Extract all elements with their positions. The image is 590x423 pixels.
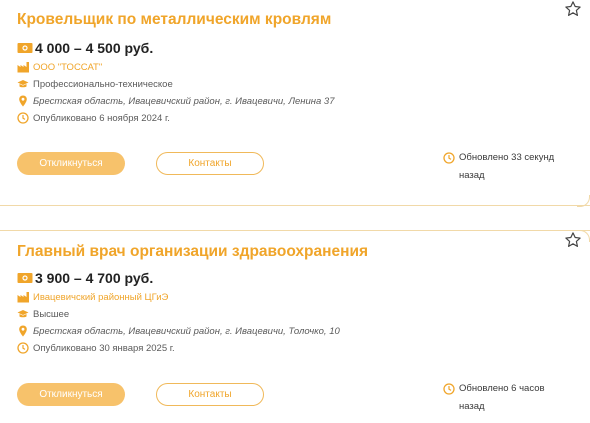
address-row: Брестская область, Ивацевичский район, г…: [17, 325, 340, 337]
published-row: Опубликовано 30 января 2025 г.: [17, 342, 175, 354]
updated-text: Обновлено 33 секунд: [459, 152, 555, 163]
card-divider: [0, 195, 590, 207]
updated-text-cont: назад: [459, 170, 485, 181]
published-date: Опубликовано 30 января 2025 г.: [33, 342, 175, 354]
location-pin-icon: [19, 95, 27, 107]
education-row: Профессионально-техническое: [17, 78, 173, 90]
clock-icon: [17, 112, 29, 124]
graduation-cap-icon: [17, 310, 29, 318]
graduation-cap-icon: [17, 80, 29, 88]
factory-icon: [17, 292, 29, 303]
education-row: Высшее: [17, 308, 69, 320]
published-date: Опубликовано 6 ноября 2024 г.: [33, 112, 170, 124]
address: Брестская область, Ивацевичский район, г…: [33, 95, 335, 107]
education: Высшее: [33, 308, 70, 320]
company-row: ООО "ТОССАТ": [17, 61, 102, 73]
salary-row: 4 000 – 4 500 руб.: [17, 40, 153, 56]
respond-button[interactable]: Откликнуться: [17, 383, 125, 406]
vacancy-title[interactable]: Кровельщик по металлическим кровлям: [17, 11, 331, 29]
company-link[interactable]: Ивацевичский районный ЦГиЭ: [33, 292, 168, 303]
salary-row: 3 900 – 4 700 руб.: [17, 270, 153, 286]
address: Брестская область, Ивацевичский район, г…: [33, 325, 340, 337]
salary: 4 000 – 4 500 руб.: [35, 40, 154, 56]
contacts-button[interactable]: Контакты: [156, 383, 264, 406]
contacts-button[interactable]: Контакты: [156, 152, 264, 175]
clock-icon: [443, 383, 455, 395]
money-icon: [17, 273, 33, 283]
vacancy-card: Кровельщик по металлическим кровлям 4 00…: [0, 0, 590, 207]
education: Профессионально-техническое: [33, 78, 173, 90]
vacancy-card: Главный врач организации здравоохранения…: [0, 230, 590, 423]
company-link[interactable]: ООО "ТОССАТ": [33, 62, 102, 73]
updated-status: Обновлено 33 секунд назад: [443, 149, 583, 185]
address-row: Брестская область, Ивацевичский район, г…: [17, 95, 334, 107]
clock-icon: [443, 152, 455, 164]
published-row: Опубликовано 6 ноября 2024 г.: [17, 112, 170, 124]
vacancy-title[interactable]: Главный врач организации здравоохранения: [17, 243, 368, 261]
clock-icon: [17, 342, 29, 354]
updated-text-cont: назад: [459, 401, 485, 412]
updated-text: Обновлено 6 часов: [459, 383, 545, 394]
updated-status: Обновлено 6 часов назад: [443, 380, 583, 416]
factory-icon: [17, 62, 29, 73]
star-icon[interactable]: [564, 0, 582, 18]
money-icon: [17, 43, 33, 53]
location-pin-icon: [19, 325, 27, 337]
star-icon[interactable]: [564, 231, 582, 249]
salary: 3 900 – 4 700 руб.: [35, 270, 154, 286]
company-row: Ивацевичский районный ЦГиЭ: [17, 291, 168, 303]
card-divider: [0, 230, 590, 242]
respond-button[interactable]: Откликнуться: [17, 152, 125, 175]
